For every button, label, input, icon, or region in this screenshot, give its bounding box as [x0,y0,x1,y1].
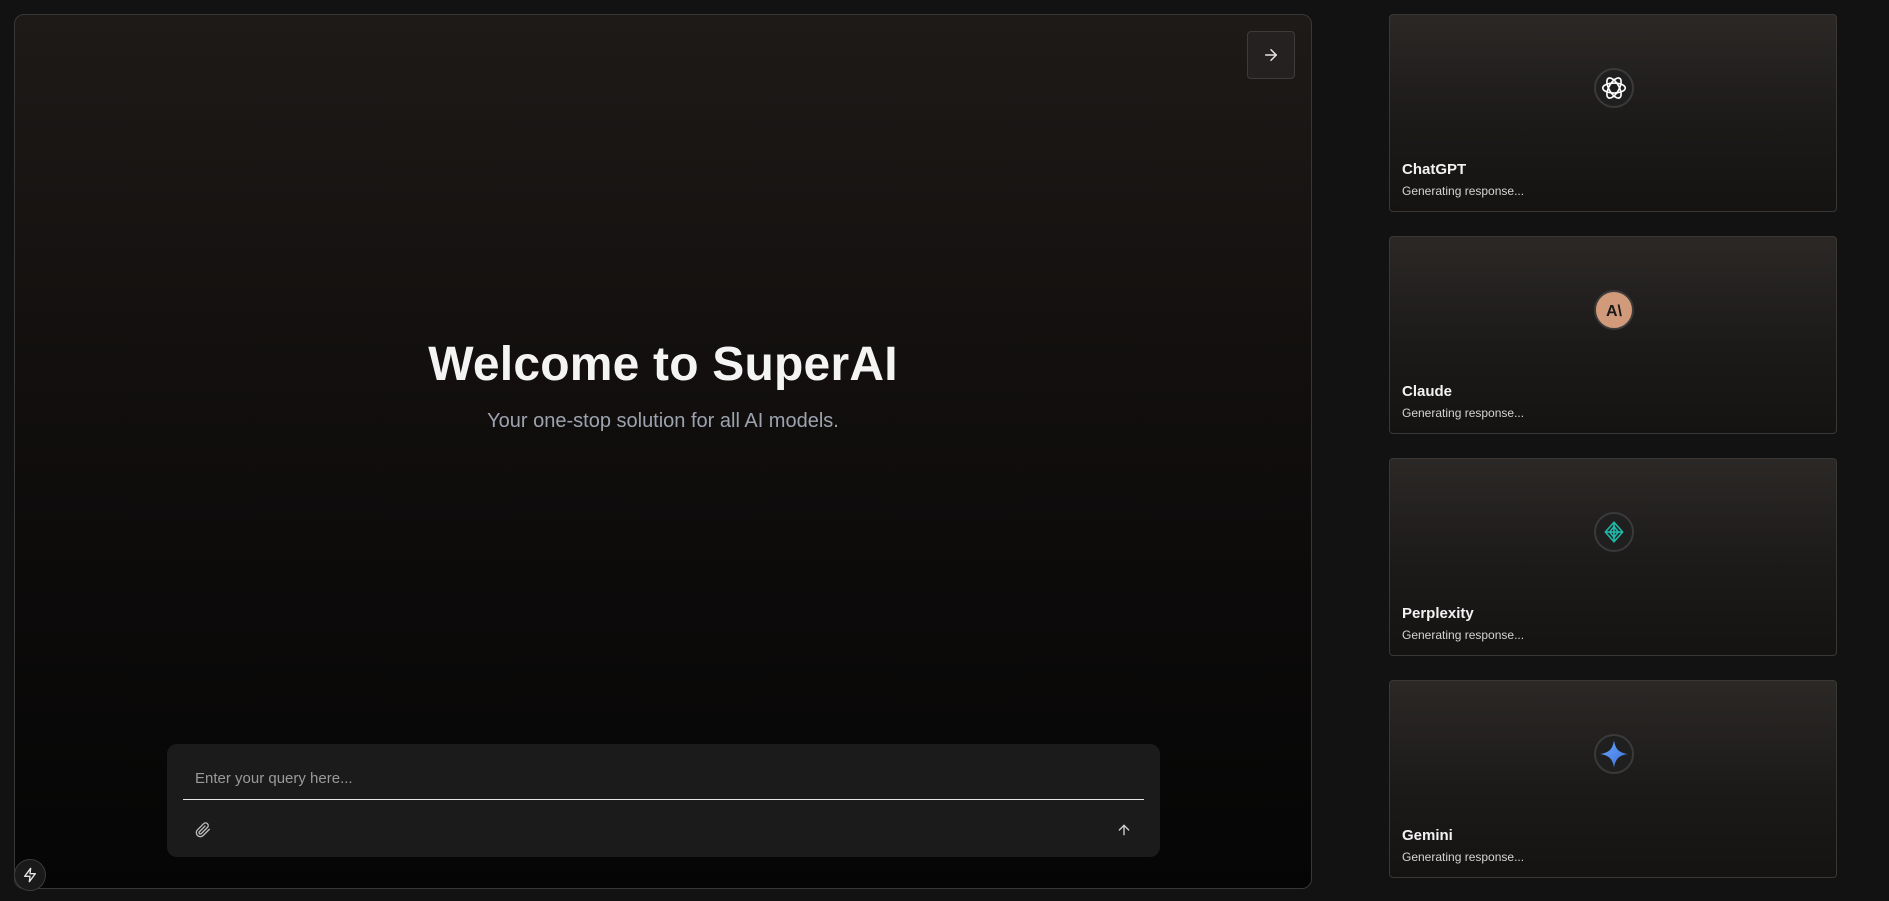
model-status: Generating response... [1402,406,1525,420]
query-box [167,744,1160,857]
model-card-perplexity[interactable]: Perplexity Generating response... [1389,458,1837,656]
claude-logo-icon: A\ [1594,290,1634,330]
model-card-chatgpt[interactable]: ChatGPT Generating response... [1389,14,1837,212]
gemini-logo-icon [1594,734,1634,774]
model-card-gemini[interactable]: Gemini Generating response... [1389,680,1837,878]
model-status: Generating response... [1402,628,1525,642]
query-input[interactable] [183,758,1144,800]
expand-button[interactable] [1247,31,1295,79]
send-button[interactable] [1112,818,1136,842]
model-card-claude[interactable]: A\ Claude Generating response... [1389,236,1837,434]
model-name: Perplexity [1402,605,1474,622]
arrow-right-icon [1265,49,1277,61]
hero: Welcome to SuperAI Your one-stop solutio… [15,337,1311,433]
model-name: ChatGPT [1402,161,1467,178]
arrow-up-icon [1118,824,1130,836]
page-subtitle: Your one-stop solution for all AI models… [487,410,839,432]
model-name: Gemini [1402,827,1453,844]
svg-text:A\: A\ [1606,303,1623,320]
bolt-button[interactable] [14,859,46,891]
perplexity-logo-icon [1594,512,1634,552]
chatgpt-logo-icon [1594,68,1634,108]
lightning-icon [24,867,36,883]
attach-button[interactable] [191,818,215,842]
model-status: Generating response... [1402,850,1525,864]
model-status: Generating response... [1402,184,1525,198]
model-name: Claude [1402,383,1453,400]
paperclip-icon [195,822,210,838]
main-panel: Welcome to SuperAI Your one-stop solutio… [14,14,1312,889]
page-title: Welcome to SuperAI [428,338,898,391]
